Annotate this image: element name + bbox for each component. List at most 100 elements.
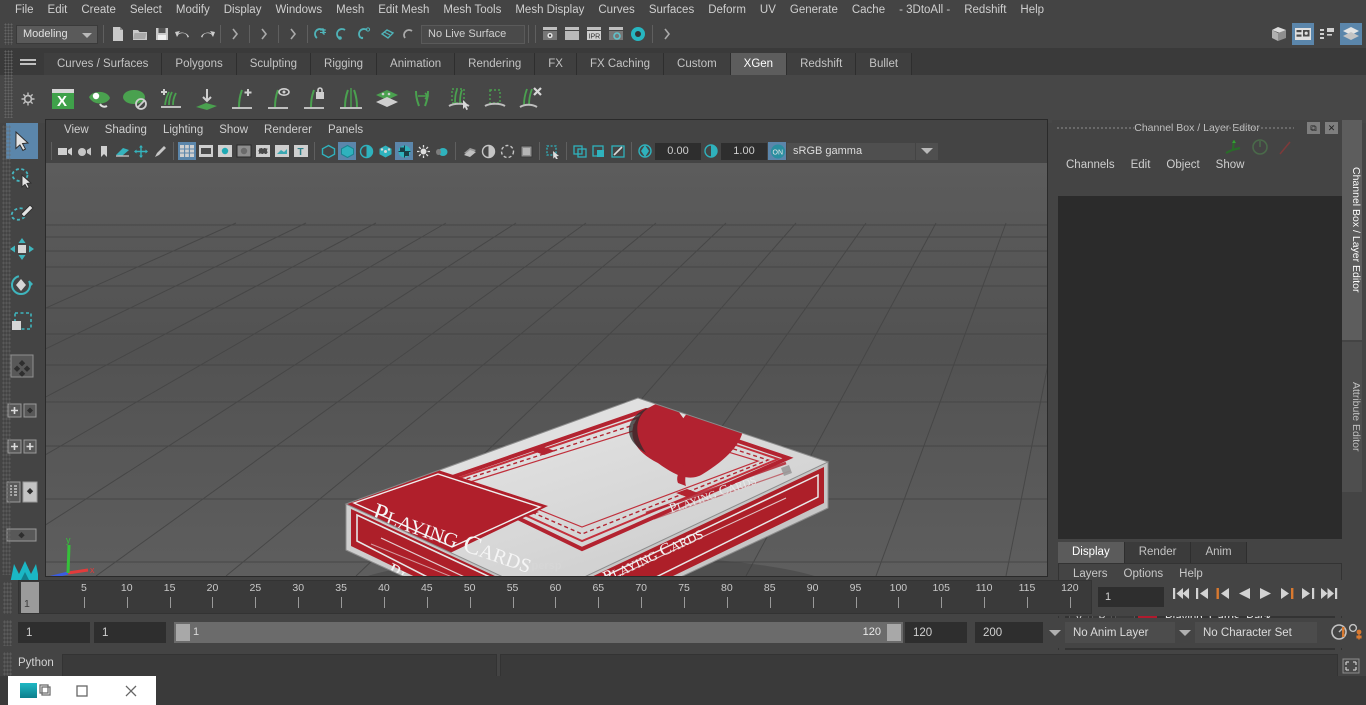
play-forwards-icon[interactable] xyxy=(1258,586,1274,606)
playback-end-time-field[interactable]: 120 xyxy=(905,622,967,643)
vertical-tab-attribute-editor[interactable]: Attribute Editor xyxy=(1342,342,1362,492)
shaded-wireframe-icon[interactable] xyxy=(357,142,375,160)
shelf-tab-rendering[interactable]: Rendering xyxy=(455,53,536,75)
shelf-tab-sculpting[interactable]: Sculpting xyxy=(236,53,312,75)
layer-menu-layers[interactable]: Layers xyxy=(1065,568,1116,580)
menu-item-edit-mesh[interactable]: Edit Mesh xyxy=(371,0,436,20)
camera-attributes-icon[interactable] xyxy=(75,142,93,160)
color-transform-dropdown-arrow[interactable] xyxy=(916,142,938,160)
clear-region-icon[interactable] xyxy=(478,82,512,116)
command-input-field[interactable] xyxy=(62,654,497,678)
play-backwards-icon[interactable] xyxy=(1236,586,1252,606)
menu-item-uv[interactable]: UV xyxy=(753,0,783,20)
animation-start-time-field[interactable]: 1 xyxy=(18,622,90,643)
safe-action-icon[interactable] xyxy=(273,142,291,160)
viewport-menu-lighting[interactable]: Lighting xyxy=(155,124,211,136)
redo-icon[interactable] xyxy=(195,23,217,45)
character-set-dropdown-arrow[interactable] xyxy=(1179,622,1191,643)
color-transform-selector[interactable]: sRGB gamma xyxy=(787,142,915,160)
image-plane-icon[interactable] xyxy=(113,142,131,160)
layer-menu-options[interactable]: Options xyxy=(1116,568,1172,580)
shelf-tab-polygons[interactable]: Polygons xyxy=(162,53,237,75)
menu-item-modify[interactable]: Modify xyxy=(169,0,217,20)
select-by-hierarchy-icon[interactable] xyxy=(224,23,246,45)
exposure-icon[interactable] xyxy=(636,142,654,160)
select-region-icon[interactable] xyxy=(442,82,476,116)
close-icon[interactable]: ✕ xyxy=(1325,122,1338,134)
render-settings-icon[interactable] xyxy=(605,23,627,45)
dock-grip-left[interactable] xyxy=(1056,126,1134,131)
menu-item-windows[interactable]: Windows xyxy=(268,0,329,20)
ipr-render-icon[interactable]: IPR xyxy=(583,23,605,45)
textured-icon[interactable] xyxy=(395,142,413,160)
snap-to-projected-center-icon[interactable] xyxy=(377,23,399,45)
range-slider-bar[interactable]: 1 120 xyxy=(174,622,903,643)
add-guides-icon[interactable] xyxy=(154,82,188,116)
menu-item-mesh-tools[interactable]: Mesh Tools xyxy=(436,0,508,20)
gate-mask-icon[interactable] xyxy=(235,142,253,160)
status-line-grip[interactable] xyxy=(4,23,13,45)
grease-pencil-icon[interactable] xyxy=(151,142,169,160)
xray-joints-icon[interactable] xyxy=(498,142,516,160)
range-slider-grip[interactable] xyxy=(3,620,12,646)
sculpt-layers-icon[interactable] xyxy=(370,82,404,116)
current-frame-field[interactable]: 1 xyxy=(1098,587,1164,607)
lock-guides-icon[interactable] xyxy=(298,82,332,116)
step-back-key-icon[interactable] xyxy=(1195,586,1209,606)
guide-visibility-icon[interactable] xyxy=(262,82,296,116)
shelf-tab-fx-caching[interactable]: FX Caching xyxy=(576,53,665,75)
viewport-3d-view[interactable]: P LAYING CARDS PLAYING CARDS PLAYING CAR… xyxy=(46,163,1047,576)
shelf-menu-icon[interactable] xyxy=(20,59,36,65)
restore-icon[interactable]: ⧉ xyxy=(1307,122,1320,134)
snap-to-curve-icon[interactable] xyxy=(333,23,355,45)
delete-guides-icon[interactable] xyxy=(514,82,548,116)
screen-space-ao-icon[interactable] xyxy=(414,142,432,160)
menu-item-mesh[interactable]: Mesh xyxy=(329,0,371,20)
viewport-menu-view[interactable]: View xyxy=(56,124,97,136)
maya-app-icon[interactable] xyxy=(8,683,57,698)
channel-box-content[interactable] xyxy=(1058,196,1342,539)
guide-to-surface-icon[interactable] xyxy=(190,82,224,116)
mirror-guides-icon[interactable] xyxy=(334,82,368,116)
go-to-start-icon[interactable] xyxy=(1172,586,1189,606)
viewport-menu-shading[interactable]: Shading xyxy=(97,124,155,136)
xray-icon[interactable] xyxy=(479,142,497,160)
open-scene-icon[interactable] xyxy=(129,23,151,45)
command-language-label[interactable]: Python xyxy=(18,657,54,669)
xray-active-components-icon[interactable] xyxy=(517,142,535,160)
step-forward-key-icon[interactable] xyxy=(1301,586,1315,606)
menu-item-surfaces[interactable]: Surfaces xyxy=(642,0,701,20)
duplicate-view-icon[interactable] xyxy=(571,142,589,160)
vertical-tab-channel-box[interactable]: Channel Box / Layer Editor xyxy=(1342,120,1362,340)
preview-toggle-icon[interactable] xyxy=(118,82,152,116)
exposure-value[interactable]: 0.00 xyxy=(655,142,701,160)
step-back-frame-icon[interactable] xyxy=(1215,586,1230,606)
auto-key-icon[interactable] xyxy=(1330,623,1350,647)
add-guide-plus-icon[interactable] xyxy=(226,82,260,116)
animation-preferences-icon[interactable] xyxy=(1348,623,1366,647)
shelf-tab-rigging[interactable]: Rigging xyxy=(311,53,378,75)
animation-end-time-field[interactable]: 200 xyxy=(975,622,1043,643)
menu-item-cache[interactable]: Cache xyxy=(845,0,892,20)
film-origin-icon[interactable] xyxy=(254,142,272,160)
film-gate-icon[interactable] xyxy=(197,142,215,160)
isolate-select-icon[interactable] xyxy=(460,142,478,160)
shelf-tab-custom[interactable]: Custom xyxy=(664,53,731,75)
snap-to-point-icon[interactable] xyxy=(355,23,377,45)
wireframe-icon[interactable] xyxy=(319,142,337,160)
close-window-icon[interactable] xyxy=(107,684,156,698)
gamma-icon[interactable] xyxy=(702,142,720,160)
step-forward-frame-icon[interactable] xyxy=(1280,586,1295,606)
shelf-tab-fx[interactable]: FX xyxy=(535,53,577,75)
menu-item-generate[interactable]: Generate xyxy=(783,0,845,20)
character-set-field[interactable]: No Character Set xyxy=(1195,622,1317,643)
shelf-tab-redshift[interactable]: Redshift xyxy=(787,53,857,75)
menu-item-3dtoall[interactable]: - 3DtoAll - xyxy=(892,0,957,20)
tear-off-copy-icon[interactable] xyxy=(590,142,608,160)
playback-start-time-field[interactable]: 1 xyxy=(94,622,166,643)
bookmark-icon[interactable] xyxy=(94,142,112,160)
menu-item-edit[interactable]: Edit xyxy=(41,0,75,20)
menu-item-create[interactable]: Create xyxy=(74,0,123,20)
dock-grip-right[interactable] xyxy=(1216,126,1294,131)
range-handle-right[interactable] xyxy=(887,624,901,641)
